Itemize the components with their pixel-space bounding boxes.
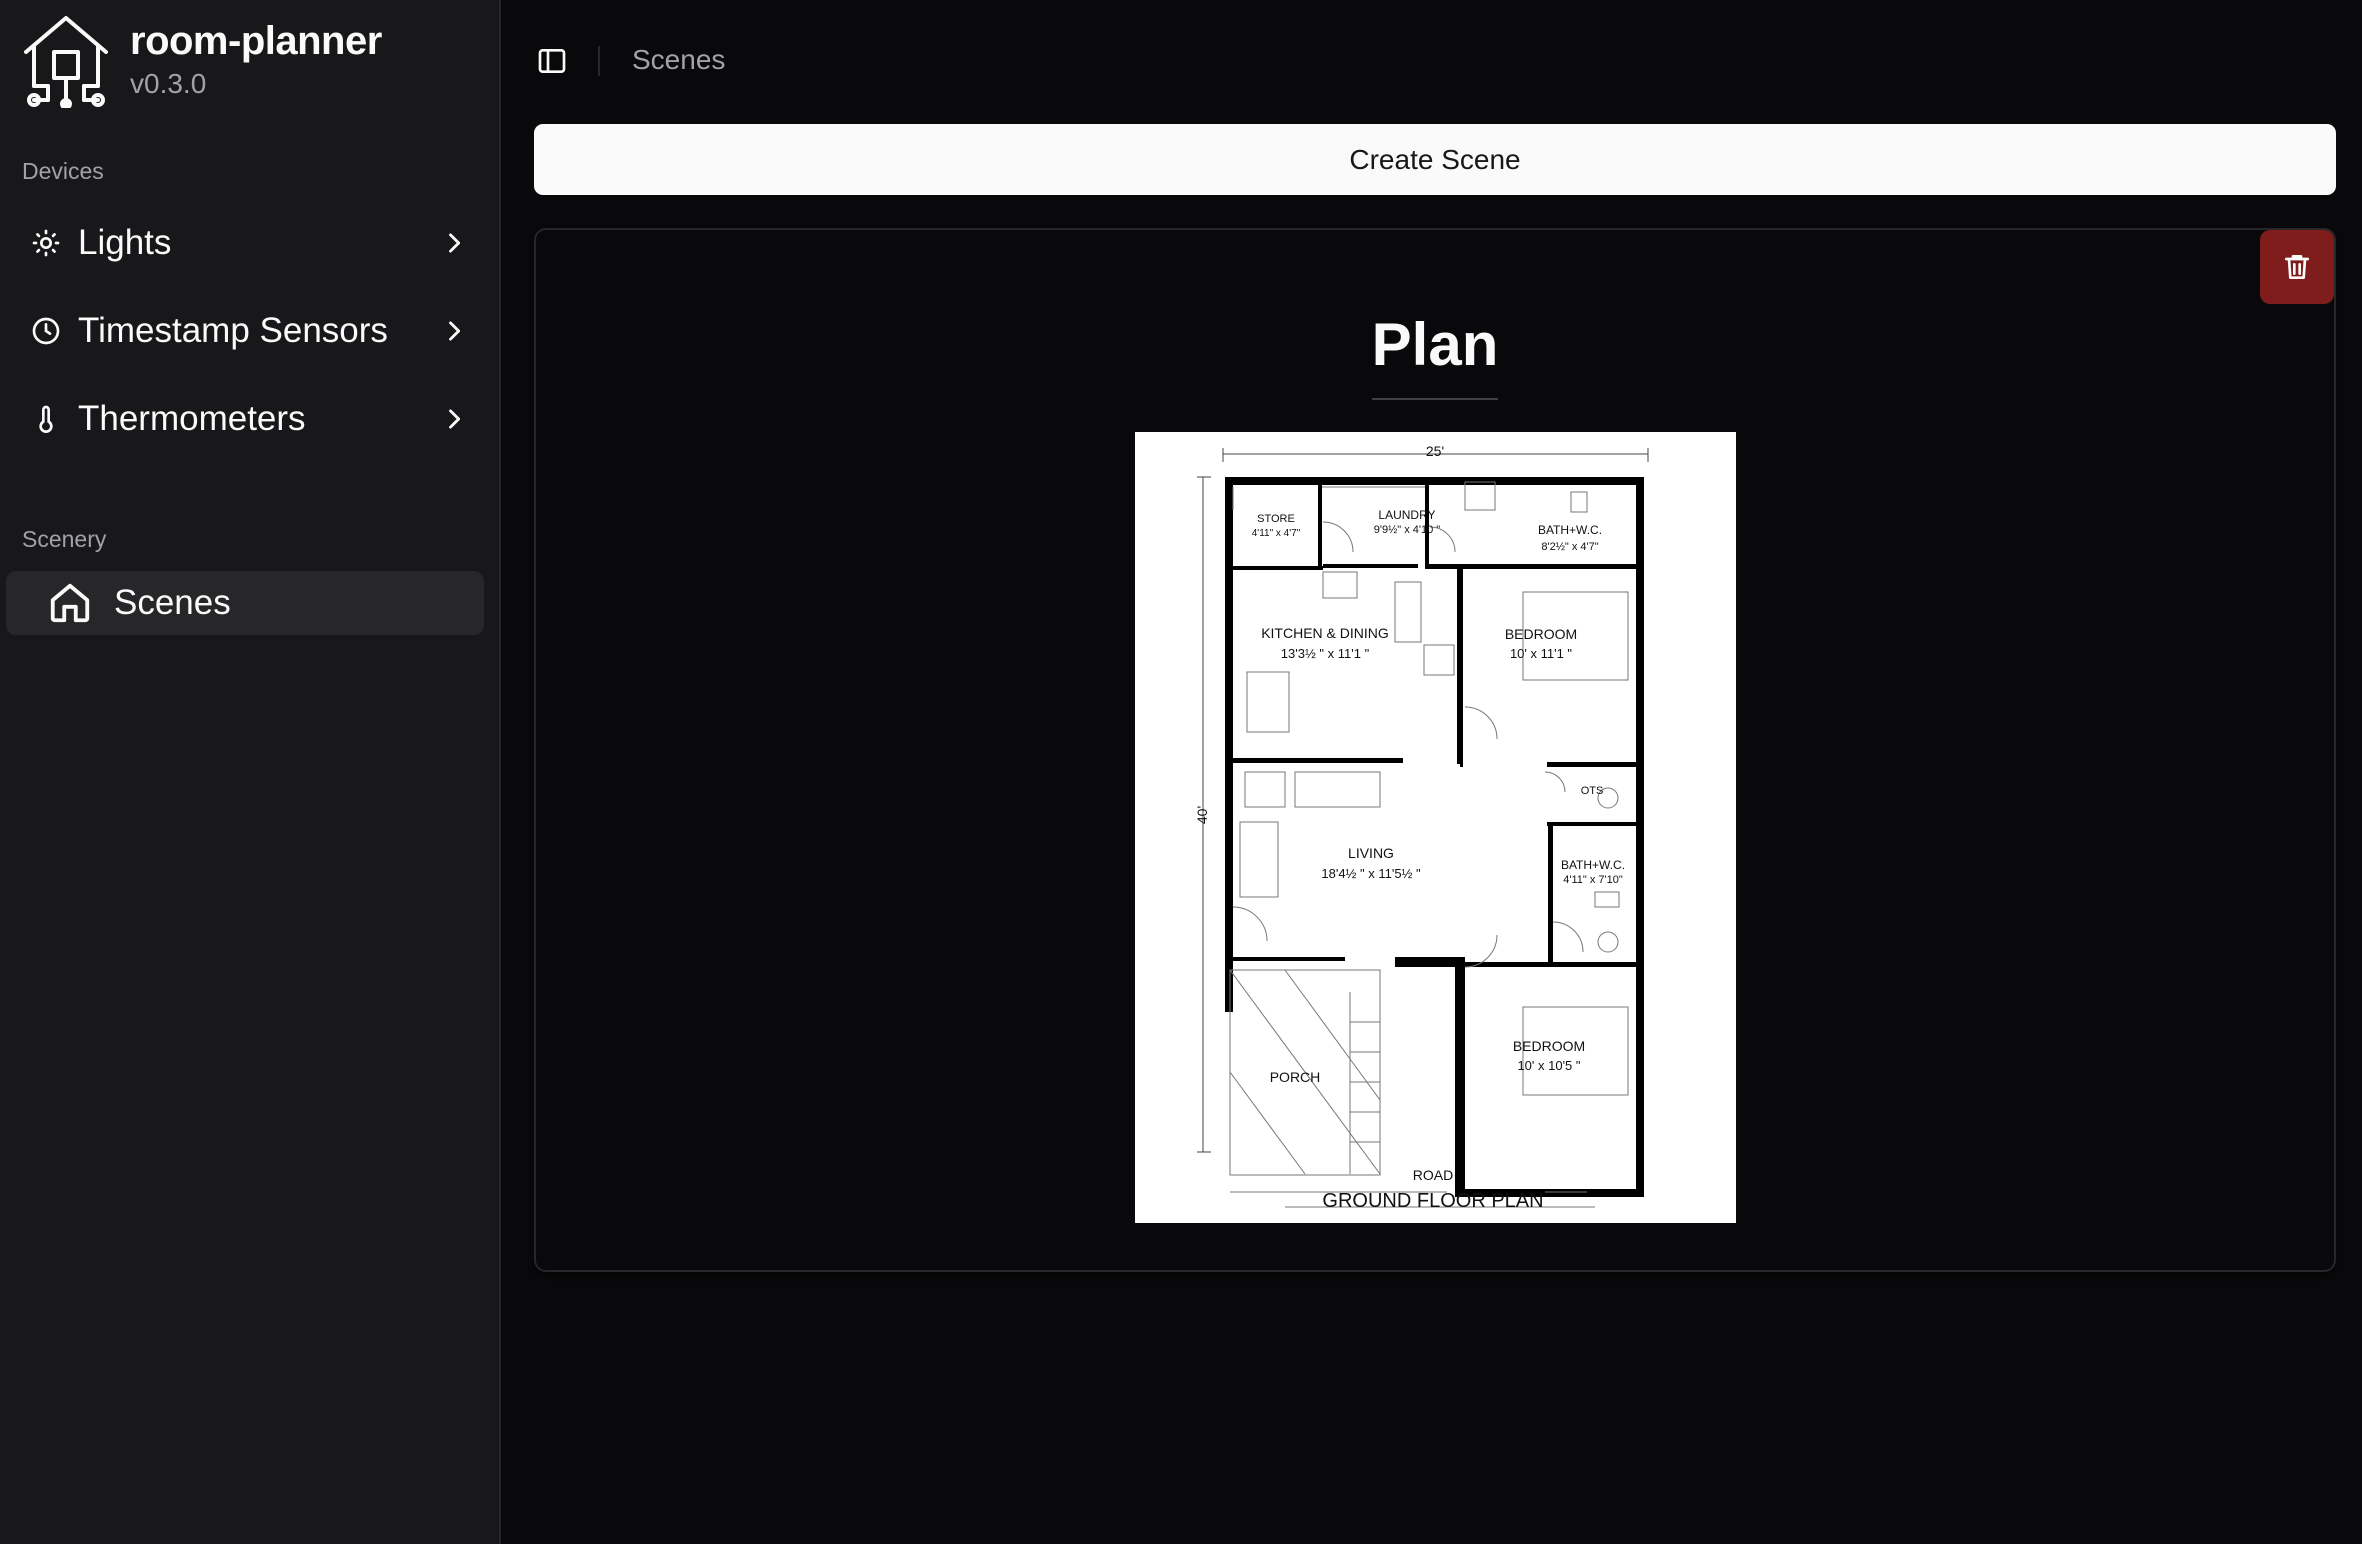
sun-icon	[28, 225, 64, 261]
room-living-name: LIVING	[1348, 845, 1394, 861]
plan-width-label: 25'	[1426, 443, 1444, 459]
plan-depth-label: 40'	[1194, 806, 1210, 824]
room-bath2-size: 4'11" x 7'10"	[1563, 874, 1623, 886]
title-underline	[1372, 398, 1498, 400]
top-bar: Scenes	[503, 0, 2362, 120]
scene-title[interactable]: Plan	[536, 310, 2334, 379]
chevron-right-icon	[449, 409, 461, 429]
room-store-size: 4'11" x 4'7"	[1252, 528, 1301, 539]
sidebar-item-thermometers[interactable]: Thermometers	[6, 387, 484, 451]
app-logo-icon	[24, 16, 108, 108]
room-bedroom2-name: BEDROOM	[1513, 1038, 1585, 1054]
room-laundry-size: 9'9½" x 4'10 "	[1374, 524, 1441, 536]
room-kitchen-name: KITCHEN & DINING	[1261, 625, 1389, 641]
plan-caption: GROUND FLOOR PLAN	[1322, 1190, 1543, 1212]
clock-icon	[28, 313, 64, 349]
sidebar-item-label: Scenes	[114, 583, 231, 622]
floor-plan-image[interactable]: 25' 40' STORE 4'11" x 4'7" LAUNDRY 9'9½"…	[1135, 432, 1736, 1223]
home-icon	[46, 579, 94, 627]
thermometer-icon	[28, 401, 64, 437]
room-kitchen-size: 13'3½ " x 11'1 "	[1281, 646, 1370, 661]
room-living-size: 18'4½ " x 11'5½ "	[1321, 866, 1421, 881]
sidebar-item-label: Thermometers	[78, 399, 306, 438]
room-bedroom1-size: 10' x 11'1 "	[1510, 646, 1572, 661]
room-porch-name: PORCH	[1270, 1069, 1321, 1085]
chevron-right-icon	[449, 233, 461, 253]
sidebar-item-timestamp-sensors[interactable]: Timestamp Sensors	[6, 299, 484, 363]
room-bath1-size: 8'2½" x 4'7"	[1541, 541, 1598, 553]
breadcrumb: Scenes	[632, 44, 726, 75]
chevron-right-icon	[449, 321, 461, 341]
sidebar-toggle-button[interactable]	[533, 42, 571, 80]
brand[interactable]: room-planner v0.3.0	[20, 12, 382, 108]
sidebar-toggle-icon	[538, 49, 566, 73]
group-label-devices: Devices	[22, 158, 104, 184]
room-laundry-name: LAUNDRY	[1378, 508, 1435, 522]
road-label: ROAD	[1413, 1167, 1453, 1183]
room-bedroom1-name: BEDROOM	[1505, 626, 1577, 642]
sidebar-item-lights[interactable]: Lights	[6, 211, 484, 275]
room-bath2-name: BATH+W.C.	[1561, 858, 1625, 872]
scene-card: Plan 25' 40' STORE 4'11" x 4'7" LAUNDRY …	[534, 228, 2336, 1272]
divider	[598, 46, 600, 76]
group-label-scenery: Scenery	[22, 526, 107, 552]
room-bath1-name: BATH+W.C.	[1538, 523, 1602, 537]
floor-plan-drawing: 25' 40' STORE 4'11" x 4'7" LAUNDRY 9'9½"…	[1135, 432, 1736, 1223]
create-scene-button[interactable]: Create Scene	[534, 124, 2336, 195]
sidebar-item-scenes[interactable]: Scenes	[6, 571, 484, 635]
sidebar: room-planner v0.3.0 Devices Lights Times…	[0, 0, 501, 1544]
sidebar-item-label: Lights	[78, 223, 172, 262]
delete-scene-button[interactable]	[2260, 230, 2334, 304]
room-ots-name: OTS	[1581, 785, 1604, 797]
sidebar-item-label: Timestamp Sensors	[78, 311, 388, 350]
app-version: v0.3.0	[130, 68, 207, 99]
room-bedroom2-size: 10' x 10'5 "	[1517, 1058, 1580, 1073]
app-name: room-planner	[130, 19, 382, 63]
trash-icon	[2285, 254, 2309, 279]
room-store-name: STORE	[1257, 513, 1295, 525]
